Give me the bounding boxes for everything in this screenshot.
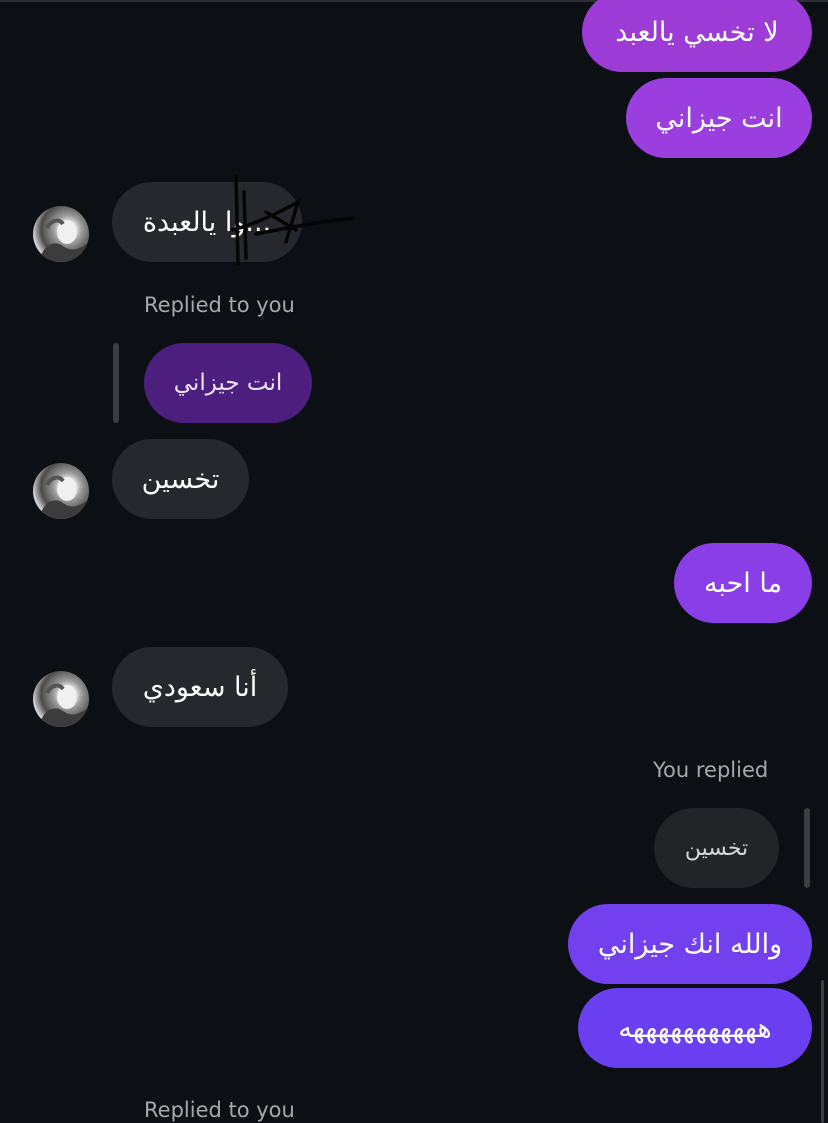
reply-label: You replied <box>653 758 769 782</box>
received-message-bubble[interactable]: تخسين <box>112 439 249 519</box>
sender-avatar[interactable] <box>33 206 89 262</box>
reply-label: Replied to you <box>144 1098 295 1122</box>
scribble-drawing-icon <box>230 174 356 266</box>
sent-message-bubble[interactable]: والله انك جيزاني <box>568 904 812 984</box>
reply-quote-bar <box>113 343 119 423</box>
scrollbar[interactable] <box>821 980 824 1123</box>
quoted-message-bubble[interactable]: تخسين <box>654 808 779 888</box>
sent-message-bubble[interactable]: انت جيزاني <box>626 78 812 158</box>
sent-message-bubble[interactable]: ما احبه <box>674 543 812 623</box>
sender-avatar[interactable] <box>33 671 89 727</box>
reply-quote-bar <box>804 808 810 888</box>
reply-label: Replied to you <box>144 293 295 317</box>
sender-avatar[interactable] <box>33 463 89 519</box>
received-message-bubble[interactable]: أنا سعودي <box>112 647 288 727</box>
sent-message-bubble[interactable]: لا تخسي يالعبد <box>582 0 812 72</box>
sent-message-bubble[interactable]: هههههههههههه <box>578 988 812 1068</box>
quoted-message-bubble[interactable]: انت جيزاني <box>144 343 312 423</box>
